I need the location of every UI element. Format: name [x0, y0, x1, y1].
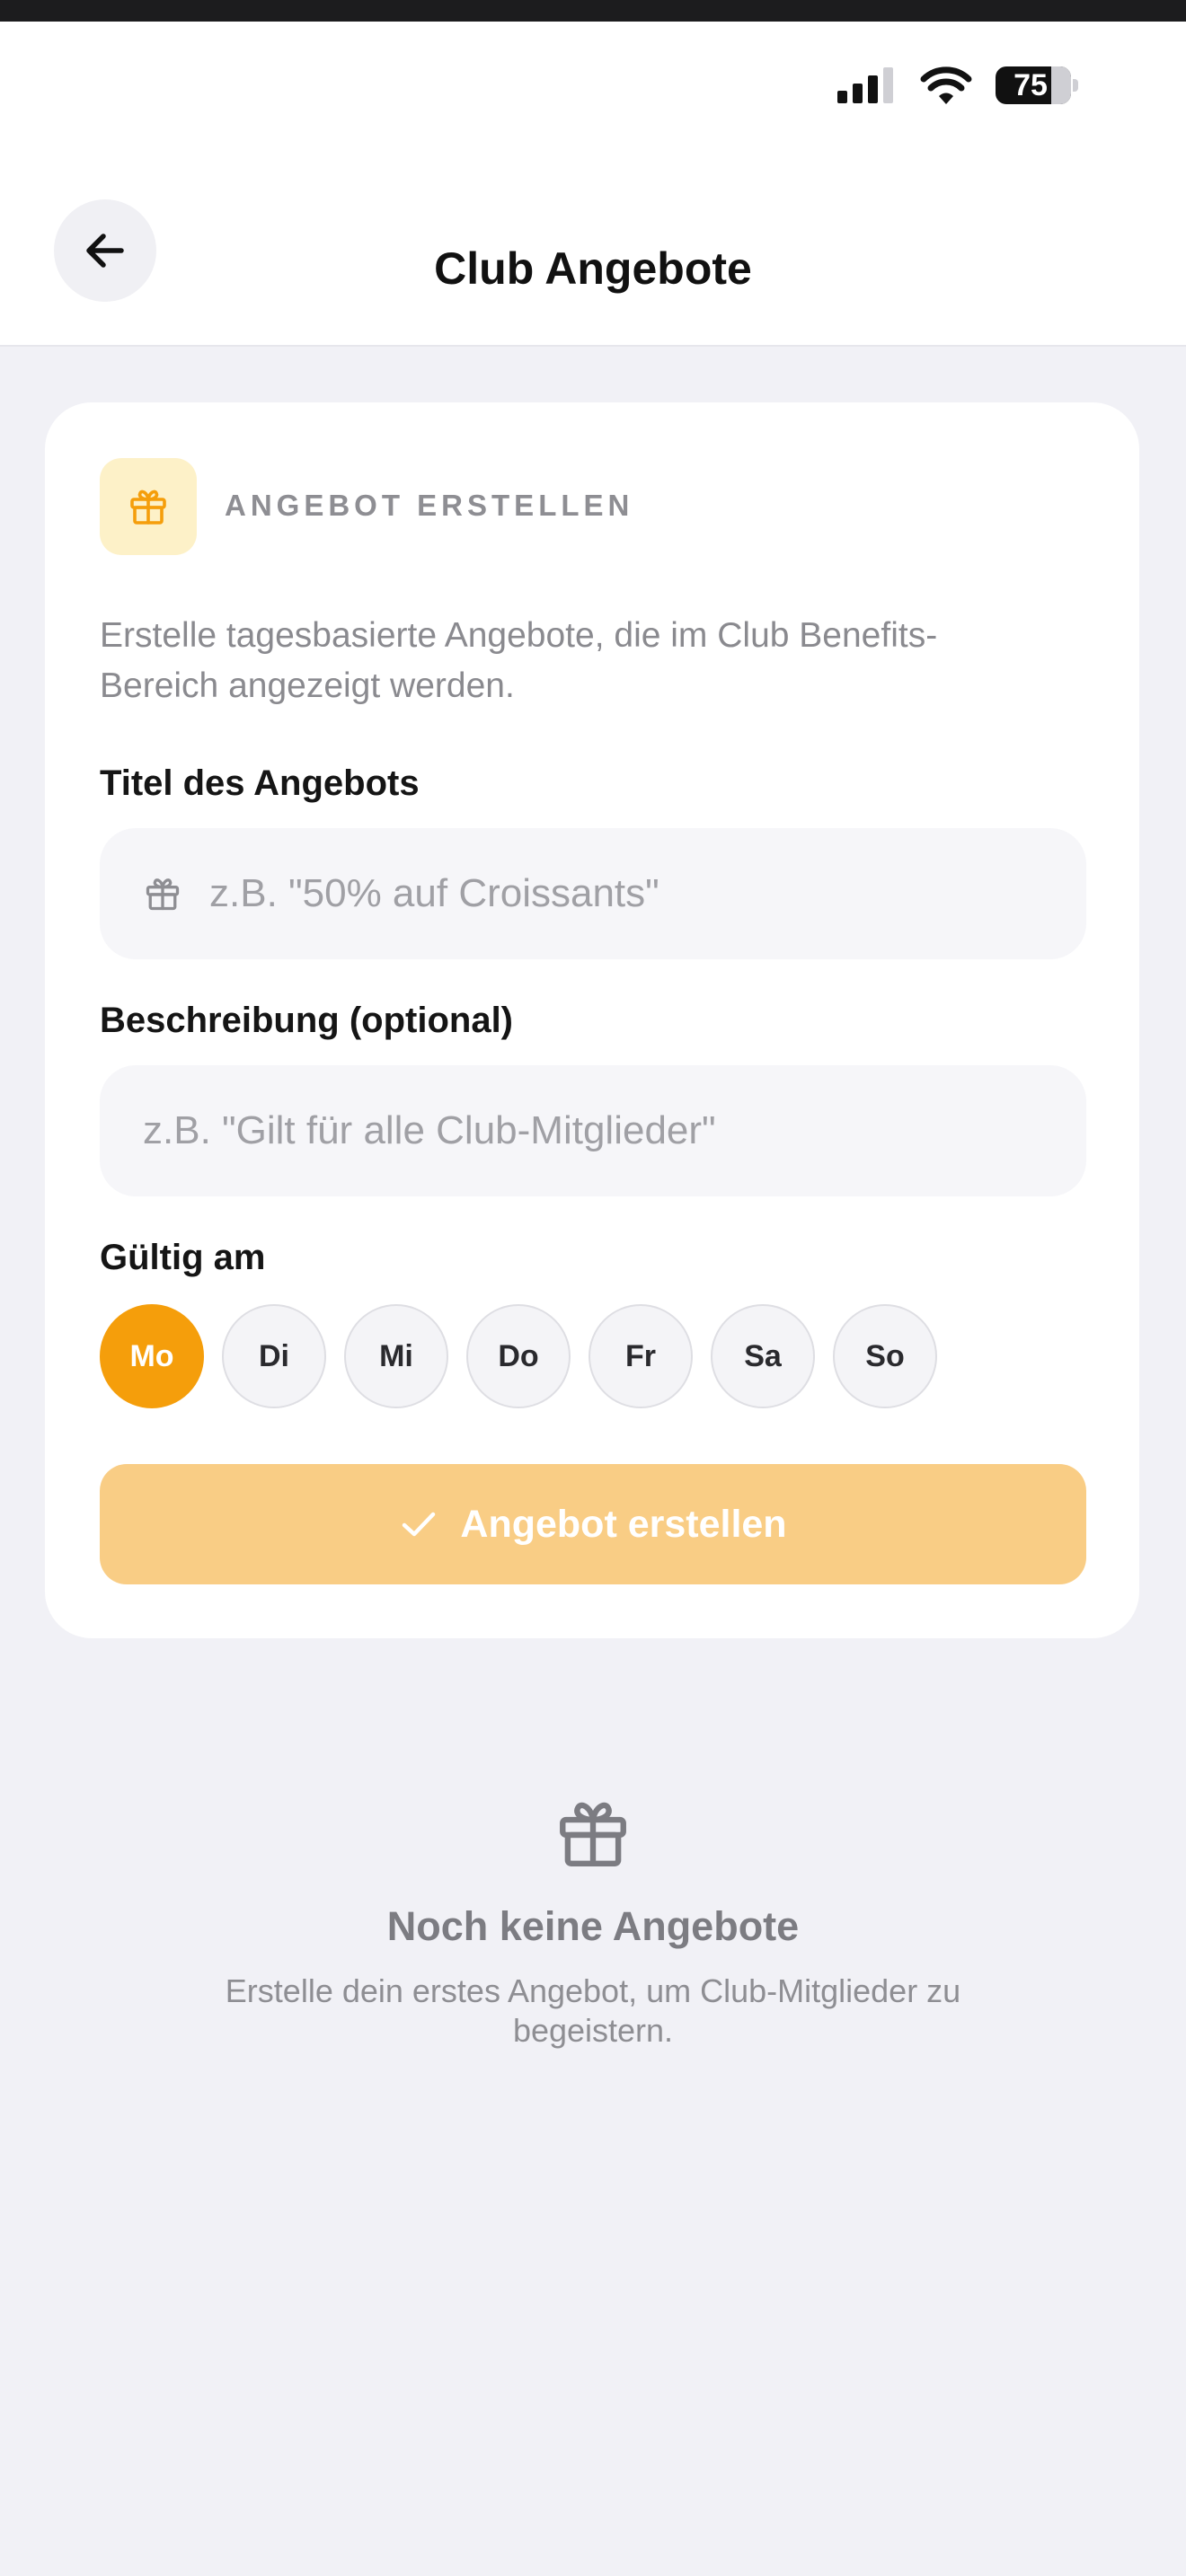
section-icon-container [100, 458, 197, 555]
check-icon [403, 1512, 436, 1537]
day-toggle-do[interactable]: Do [466, 1304, 571, 1408]
empty-state: Noch keine Angebote Erstelle dein erstes… [0, 1793, 1186, 2051]
day-toggle-di[interactable]: Di [222, 1304, 326, 1408]
gift-icon [130, 490, 166, 525]
day-toggle-so[interactable]: So [833, 1304, 937, 1408]
empty-state-title: Noch keine Angebote [386, 1903, 800, 1949]
day-toggle-sa[interactable]: Sa [711, 1304, 815, 1408]
valid-on-label: Gültig am [100, 1238, 266, 1277]
title-field-label: Titel des Angebots [100, 763, 420, 803]
create-offer-button-label: Angebot erstellen [460, 1502, 787, 1546]
offer-description-placeholder: z.B. "Gilt für alle Club-Mitglieder" [143, 1108, 716, 1152]
weekday-selector: Mo Di Mi Do Fr Sa So [100, 1304, 937, 1408]
wifi-icon [920, 66, 972, 104]
day-toggle-mo[interactable]: Mo [100, 1304, 204, 1408]
empty-state-text: Erstelle dein erstes Angebot, um Club-Mi… [225, 1972, 961, 2049]
description-field-label: Beschreibung (optional) [100, 1001, 513, 1040]
status-icons: 75 [837, 66, 1078, 104]
create-offer-card: ANGEBOT ERSTELLEN Erstelle tagesbasierte… [45, 402, 1139, 1638]
day-toggle-fr[interactable]: Fr [589, 1304, 693, 1408]
offer-title-placeholder: z.B. "50% auf Croissants" [209, 871, 659, 915]
gift-icon [146, 878, 180, 911]
offer-description-input[interactable]: z.B. "Gilt für alle Club-Mitglieder" [100, 1065, 1086, 1196]
section-label: ANGEBOT ERSTELLEN [225, 489, 634, 522]
cellular-signal-icon [837, 67, 893, 103]
offer-title-input[interactable]: z.B. "50% auf Croissants" [100, 828, 1086, 959]
create-offer-button[interactable]: Angebot erstellen [100, 1464, 1086, 1584]
day-toggle-mi[interactable]: Mi [344, 1304, 448, 1408]
gift-icon [560, 1802, 626, 1866]
section-description: Erstelle tagesbasierte Angebote, die im … [100, 616, 938, 705]
battery-indicator: 75 [996, 66, 1071, 104]
top-strip [0, 0, 1186, 22]
battery-level: 75 [1013, 67, 1048, 102]
page-title: Club Angebote [434, 243, 752, 294]
header: 75 Club Angebote [0, 22, 1186, 347]
